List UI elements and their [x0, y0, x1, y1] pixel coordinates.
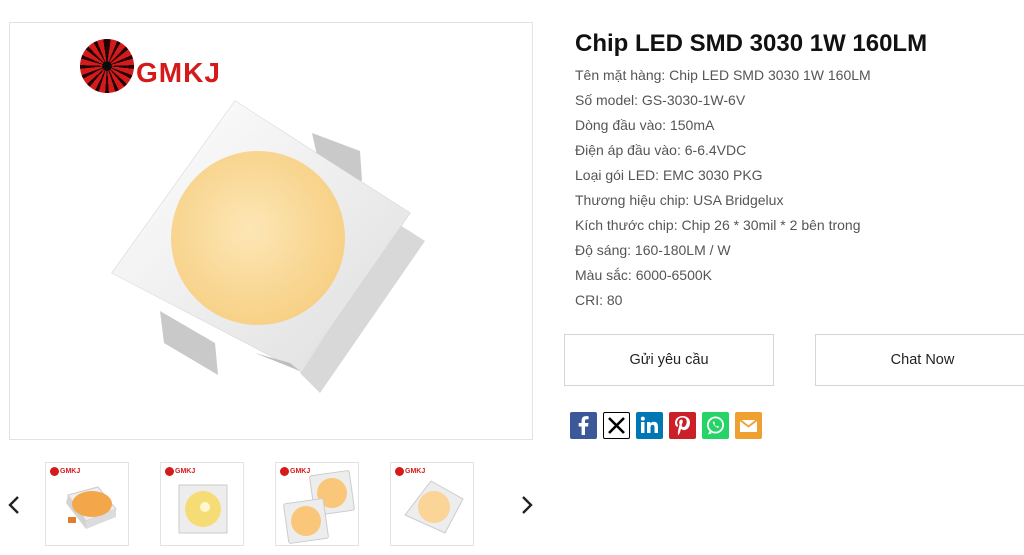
- spec-item: Độ sáng: 160-180LM / W: [575, 242, 731, 258]
- thumb-logo: GMKJ: [395, 467, 425, 476]
- thumb-logo: GMKJ: [165, 467, 195, 476]
- send-inquiry-button[interactable]: Gửi yêu cầu: [564, 334, 774, 386]
- spec-item: Màu sắc: 6000-6500K: [575, 267, 712, 283]
- product-title: Chip LED SMD 3030 1W 160LM: [575, 30, 928, 57]
- chat-now-button[interactable]: Chat Now: [815, 334, 1024, 386]
- thumb-yellow-chip[interactable]: GMKJ: [160, 462, 244, 546]
- whatsapp-icon[interactable]: [702, 412, 729, 439]
- spec-item: Số model: GS-3030-1W-6V: [575, 92, 746, 108]
- thumb-angled-chip[interactable]: GMKJ: [390, 462, 474, 546]
- main-product-image[interactable]: GMKJ: [9, 22, 533, 440]
- spec-item: Tên mặt hàng: Chip LED SMD 3030 1W 160LM: [575, 67, 871, 83]
- spec-item: Kích thước chip: Chip 26 * 30mil * 2 bên…: [575, 217, 861, 233]
- share-bar: [570, 412, 762, 439]
- thumb-orange-chip[interactable]: GMKJ: [45, 462, 129, 546]
- chevron-right-icon[interactable]: [515, 493, 539, 517]
- spec-item: Điện áp đầu vào: 6-6.4VDC: [575, 142, 747, 158]
- pinterest-icon[interactable]: [669, 412, 696, 439]
- x-twitter-icon[interactable]: [603, 412, 630, 439]
- linkedin-icon[interactable]: [636, 412, 663, 439]
- thumb-logo: GMKJ: [280, 467, 310, 476]
- chevron-left-icon[interactable]: [2, 493, 26, 517]
- spec-item: Dòng đầu vào: 150mA: [575, 117, 715, 133]
- spec-item: Thương hiệu chip: USA Bridgelux: [575, 192, 784, 208]
- thumb-two-chips[interactable]: GMKJ: [275, 462, 359, 546]
- gmkj-logo: GMKJ: [80, 39, 221, 93]
- spec-item: Loại gói LED: EMC 3030 PKG: [575, 167, 763, 183]
- facebook-icon[interactable]: [570, 412, 597, 439]
- spec-list: Tên mặt hàng: Chip LED SMD 3030 1W 160LM…: [575, 66, 871, 316]
- gmkj-logo-mark: [80, 39, 134, 93]
- thumb-logo: GMKJ: [50, 467, 80, 476]
- thumbnail-carousel: GMKJ GMKJ GMKJ GMKJ: [0, 455, 545, 555]
- spec-item: CRI: 80: [575, 292, 623, 308]
- logo-text: GMKJ: [136, 57, 221, 88]
- led-chip-image: [111, 100, 425, 393]
- email-icon[interactable]: [735, 412, 762, 439]
